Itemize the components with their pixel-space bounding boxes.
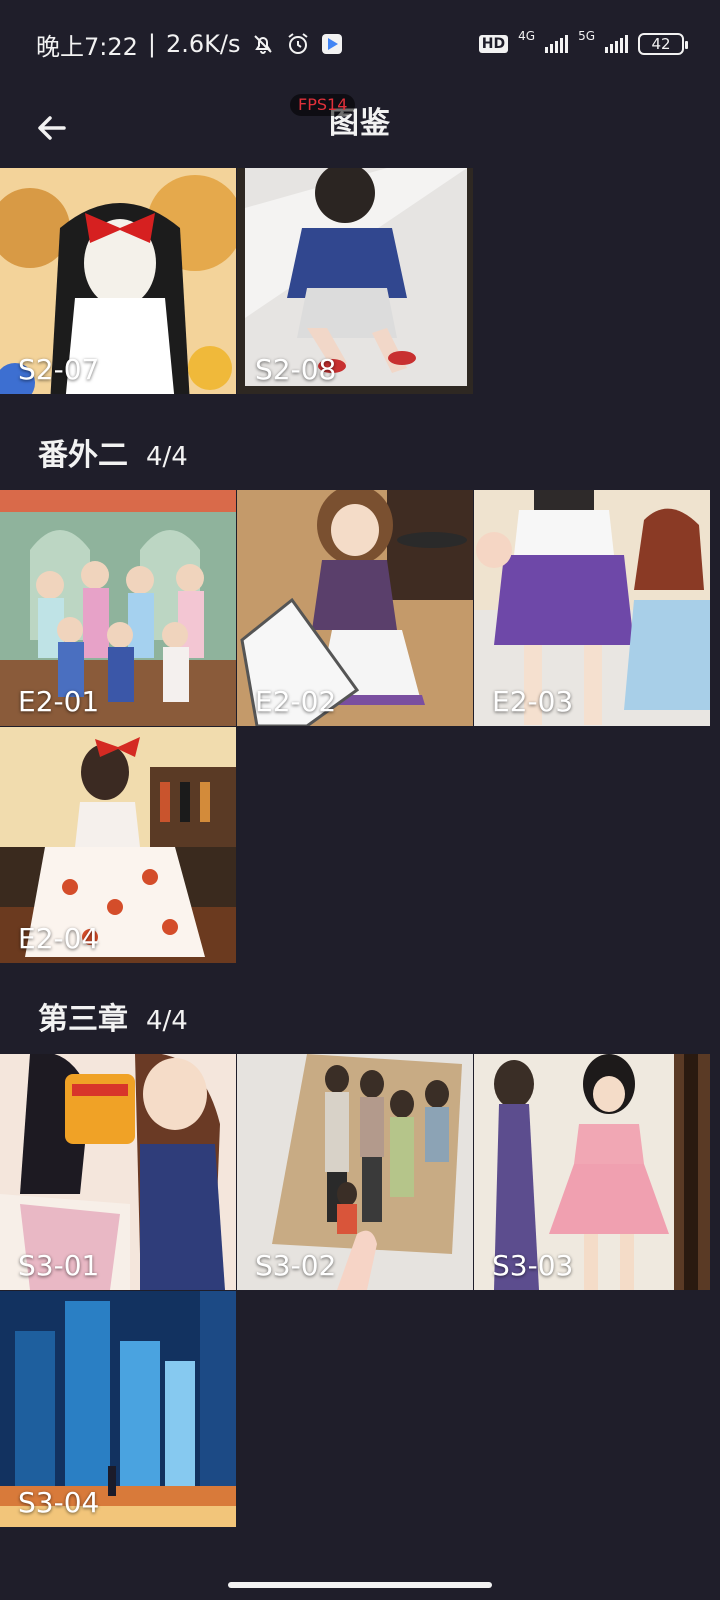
gallery-tile-s2-07[interactable]: S2-07 <box>0 168 236 394</box>
gallery-tile-s3-02[interactable]: S3-02 <box>237 1054 473 1290</box>
play-store-icon <box>321 33 343 55</box>
tile-label: E2-03 <box>492 685 574 718</box>
tile-label: S3-03 <box>492 1249 574 1282</box>
tile-label: S3-01 <box>18 1249 100 1282</box>
battery-level: 42 <box>651 35 671 53</box>
section-count: 4/4 <box>146 442 188 472</box>
bell-off-icon <box>251 32 275 56</box>
tile-label: S3-04 <box>18 1486 100 1519</box>
hd-badge: HD <box>478 35 509 53</box>
section-title: 第三章 <box>38 1002 128 1037</box>
section-header-extra-2: 番外二 4/4 <box>38 430 188 474</box>
tile-label: S3-02 <box>255 1249 337 1282</box>
status-bar: 晚上7:22 | 2.6K/s HD 4G 5G 42 <box>0 0 720 88</box>
battery-icon: 42 <box>638 33 688 55</box>
gallery-tile-e2-03[interactable]: E2-03 <box>474 490 710 726</box>
tile-label: E2-01 <box>18 685 100 718</box>
network-4g-label: 4G <box>518 29 536 43</box>
tile-label: E2-04 <box>18 922 100 955</box>
status-right: HD 4G 5G 42 <box>478 29 688 55</box>
app-bar: 图鉴 FPS14 <box>0 88 720 168</box>
gallery-tile-s3-01[interactable]: S3-01 <box>0 1054 236 1290</box>
gallery-tile-s2-08[interactable]: S2-08 <box>237 168 473 394</box>
network-speed: 2.6K/s <box>166 30 241 58</box>
gallery-tile-s3-04[interactable]: S3-04 <box>0 1291 236 1527</box>
signal-bars-icon <box>545 35 569 53</box>
tile-label: E2-02 <box>255 685 337 718</box>
page-title: 图鉴 <box>329 106 391 141</box>
section-header-chapter-3: 第三章 4/4 <box>38 994 188 1038</box>
section-count: 4/4 <box>146 1006 188 1036</box>
gallery-tile-e2-04[interactable]: E2-04 <box>0 727 236 963</box>
status-left: 晚上7:22 | 2.6K/s <box>36 27 343 62</box>
home-indicator[interactable] <box>228 1582 492 1588</box>
fps-counter: FPS14 <box>290 94 356 116</box>
tile-label: S2-07 <box>18 353 100 386</box>
status-time: 晚上7:22 <box>36 32 138 61</box>
gallery-tile-e2-01[interactable]: E2-01 <box>0 490 236 726</box>
gallery: S2-07 S2-08 番外二 4/4 E2-01 E2-02 E2-03 E2… <box>0 168 720 1558</box>
gallery-tile-e2-02[interactable]: E2-02 <box>237 490 473 726</box>
network-5g-label: 5G <box>578 29 595 43</box>
status-separator: | <box>147 30 156 58</box>
alarm-clock-icon <box>285 31 311 57</box>
gallery-tile-s3-03[interactable]: S3-03 <box>474 1054 710 1290</box>
signal-bars-icon <box>605 35 628 53</box>
section-title: 番外二 <box>38 438 128 473</box>
tile-label: S2-08 <box>255 353 337 386</box>
